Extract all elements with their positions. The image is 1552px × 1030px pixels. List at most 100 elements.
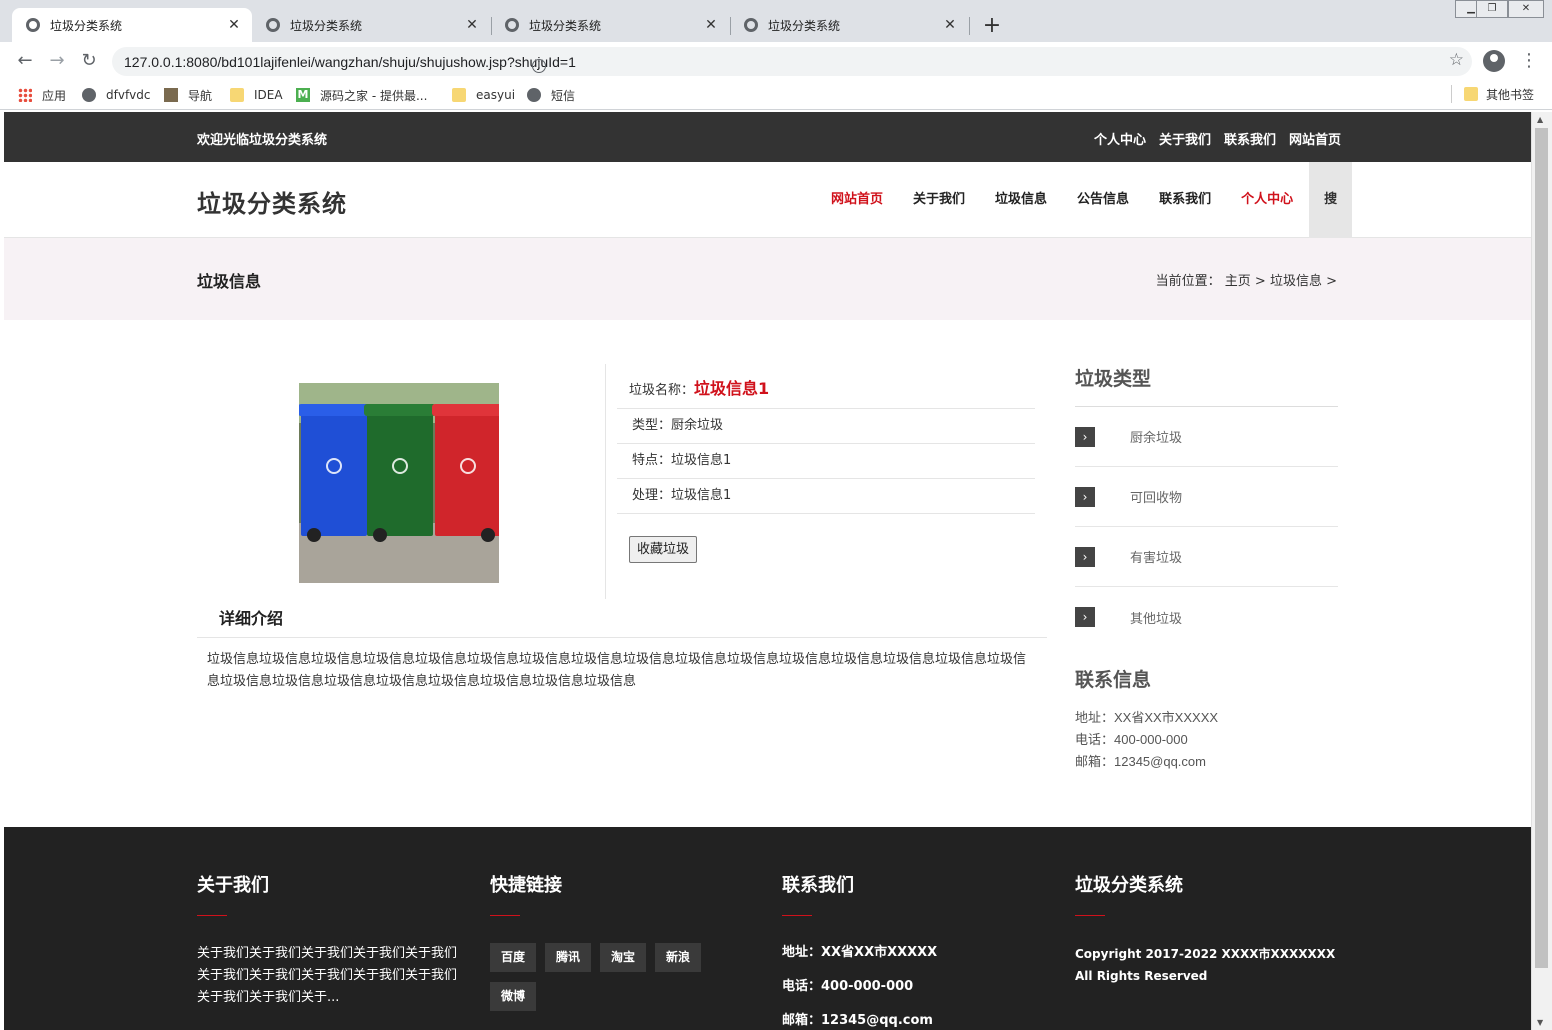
scroll-up-icon[interactable]: ▲ — [1537, 115, 1543, 124]
bookmark-item[interactable]: M 源码之家 - 提供最... — [296, 85, 427, 105]
footer-link-baidu[interactable]: 百度 — [490, 943, 537, 972]
restore-icon[interactable]: ❐ — [1476, 0, 1508, 18]
footer-link-sina[interactable]: 新浪 — [655, 943, 702, 972]
product-type: 类型：厨余垃圾 — [617, 409, 1035, 444]
new-tab-icon[interactable]: + — [980, 12, 1004, 40]
bookmark-item[interactable]: IDEA — [230, 85, 283, 105]
nav-home[interactable]: 网站首页 — [816, 162, 898, 238]
close-icon[interactable]: ✕ — [942, 17, 958, 33]
main-nav: 网站首页 关于我们 垃圾信息 公告信息 联系我们 个人中心 搜 — [816, 162, 1353, 238]
info-icon[interactable]: i — [532, 59, 546, 73]
top-bar: 欢迎光临垃圾分类系统 个人中心 关于我们 联系我们 网站首页 — [4, 112, 1531, 162]
bookmark-item[interactable]: 短信 — [527, 85, 575, 105]
tab-separator — [969, 17, 970, 35]
footer-link-weibo[interactable]: 微博 — [490, 982, 537, 1011]
browser-tab[interactable]: 垃圾分类系统 ✕ — [491, 8, 729, 42]
breadcrumb[interactable]: 当前位置： 主页 > 垃圾信息 > — [1156, 270, 1337, 289]
chevron-right-icon: › — [1075, 546, 1095, 567]
globe-icon — [266, 18, 280, 32]
globe-icon — [82, 88, 96, 102]
back-icon[interactable]: ← — [14, 50, 36, 72]
nav-garbage-info[interactable]: 垃圾信息 — [980, 162, 1062, 238]
detail-text: 垃圾信息垃圾信息垃圾信息垃圾信息垃圾信息垃圾信息垃圾信息垃圾信息垃圾信息垃圾信息… — [207, 652, 1027, 689]
footer-copyright: Copyright 2017-2022 XXXX市XXXXXXX All Rig… — [1075, 947, 1336, 983]
bookmarks-bar: 应用 dfvfvdc 导航 IDEA M 源码之家 - 提供最... easyui… — [0, 80, 1552, 110]
categories-title: 垃圾类型 — [1075, 368, 1152, 390]
site-header: 垃圾分类系统 网站首页 关于我们 垃圾信息 公告信息 联系我们 个人中心 搜 — [4, 162, 1531, 238]
nav-user-center[interactable]: 个人中心 — [1226, 162, 1308, 238]
m-logo-icon: M — [296, 88, 310, 102]
page-scrollbar[interactable]: ▲ ▼ — [1531, 112, 1552, 1030]
footer-phone: 电话：400-000-000 — [782, 979, 914, 994]
folder-icon — [1463, 87, 1478, 101]
footer-about-title: 关于我们 — [197, 875, 269, 896]
footer-link-tencent[interactable]: 腾讯 — [545, 943, 592, 972]
browser-toolbar: ← → ↻ i 127.0.0.1:8080/bd101lajifenlei/w… — [0, 42, 1552, 80]
green-bin — [364, 404, 436, 542]
profile-icon[interactable] — [1483, 50, 1505, 72]
globe-icon — [527, 88, 541, 102]
menu-icon[interactable]: ⋮ — [1520, 50, 1538, 71]
footer-address: 地址：XX省XX市XXXXX — [782, 945, 938, 960]
forward-icon[interactable]: → — [46, 50, 68, 72]
other-bookmarks[interactable]: 其他书签 — [1451, 85, 1534, 103]
top-link-home[interactable]: 网站首页 — [1289, 129, 1341, 148]
close-icon[interactable]: ✕ — [703, 17, 719, 33]
bookmark-item[interactable]: 导航 — [164, 85, 212, 105]
favorite-button[interactable]: 收藏垃圾 — [629, 536, 698, 563]
page-title: 垃圾信息 — [197, 272, 262, 291]
site-logo[interactable]: 垃圾分类系统 — [197, 184, 347, 219]
nav-notices[interactable]: 公告信息 — [1062, 162, 1144, 238]
category-item[interactable]: › 其他垃圾 — [1075, 587, 1338, 647]
nav-about[interactable]: 关于我们 — [898, 162, 980, 238]
browser-tab[interactable]: 垃圾分类系统 ✕ — [12, 8, 252, 42]
contact-phone: 电话：400-000-000 — [1075, 732, 1188, 747]
page-title-bar: 垃圾信息 当前位置： 主页 > 垃圾信息 > — [4, 238, 1531, 320]
browser-tab[interactable]: 垃圾分类系统 ✕ — [730, 8, 968, 42]
sidebar: 垃圾类型 › 厨余垃圾 › 可回收物 › 有害垃圾 › 其他垃圾 联系信息 地址：XX省… — [1075, 364, 1338, 773]
globe-icon — [744, 18, 758, 32]
detail-heading: 详细介绍 — [197, 604, 1047, 638]
footer-links-title: 快捷链接 — [490, 875, 562, 896]
product-image — [299, 383, 499, 583]
address-bar[interactable]: i 127.0.0.1:8080/bd101lajifenlei/wangzha… — [112, 47, 1472, 76]
reload-icon[interactable]: ↻ — [78, 50, 100, 72]
bookmark-item[interactable]: easyui — [452, 85, 515, 105]
top-links: 个人中心 关于我们 联系我们 网站首页 — [1094, 129, 1341, 148]
folder-icon — [452, 88, 466, 102]
close-icon[interactable]: ✕ — [226, 17, 242, 33]
bookmark-item[interactable]: dfvfvdc — [82, 85, 150, 105]
nav-contact[interactable]: 联系我们 — [1144, 162, 1226, 238]
footer-link-taobao[interactable]: 淘宝 — [600, 943, 647, 972]
chevron-right-icon: › — [1075, 486, 1095, 507]
top-link-about[interactable]: 关于我们 — [1159, 129, 1211, 148]
scroll-down-icon[interactable]: ▼ — [1537, 1018, 1543, 1027]
scrollbar-thumb[interactable] — [1535, 128, 1548, 968]
top-link-user-center[interactable]: 个人中心 — [1094, 129, 1146, 148]
search-button[interactable]: 搜 — [1309, 162, 1353, 238]
category-item[interactable]: › 可回收物 — [1075, 467, 1338, 527]
top-link-contact[interactable]: 联系我们 — [1224, 129, 1276, 148]
product-handling: 处理：垃圾信息1 — [617, 479, 1035, 514]
bookmark-apps[interactable]: 应用 — [18, 85, 66, 105]
image-icon — [164, 88, 178, 102]
globe-icon — [26, 18, 40, 32]
browser-tab[interactable]: 垃圾分类系统 ✕ — [252, 8, 490, 42]
close-icon[interactable]: ✕ — [464, 17, 480, 33]
contact-address: 地址：XX省XX市XXXXX — [1075, 710, 1219, 725]
product-feature: 特点：垃圾信息1 — [617, 444, 1035, 479]
category-item[interactable]: › 厨余垃圾 — [1075, 407, 1338, 467]
url-text[interactable]: 127.0.0.1:8080/bd101lajifenlei/wangzhan/… — [124, 54, 576, 70]
footer-contact: 联系我们 地址：XX省XX市XXXXX 电话：400-000-000 邮箱：12… — [782, 871, 1042, 1030]
window-close-icon[interactable]: ✕ — [1508, 0, 1544, 18]
contact-title: 联系信息 — [1075, 669, 1152, 691]
category-item[interactable]: › 有害垃圾 — [1075, 527, 1338, 587]
blue-bin — [299, 404, 370, 542]
footer-links: 快捷链接 百度 腾讯 淘宝 新浪 微博 — [490, 871, 730, 1011]
footer-email: 邮箱：12345@qq.com — [782, 1013, 933, 1028]
chevron-right-icon: › — [1075, 607, 1095, 627]
globe-icon — [505, 18, 519, 32]
footer-about-text: 关于我们关于我们关于我们关于我们关于我们关于我们关于我们关于我们关于我们关于我们… — [197, 946, 458, 1005]
star-icon[interactable]: ☆ — [1449, 50, 1464, 70]
product-name: 垃圾信息1 — [694, 379, 770, 398]
